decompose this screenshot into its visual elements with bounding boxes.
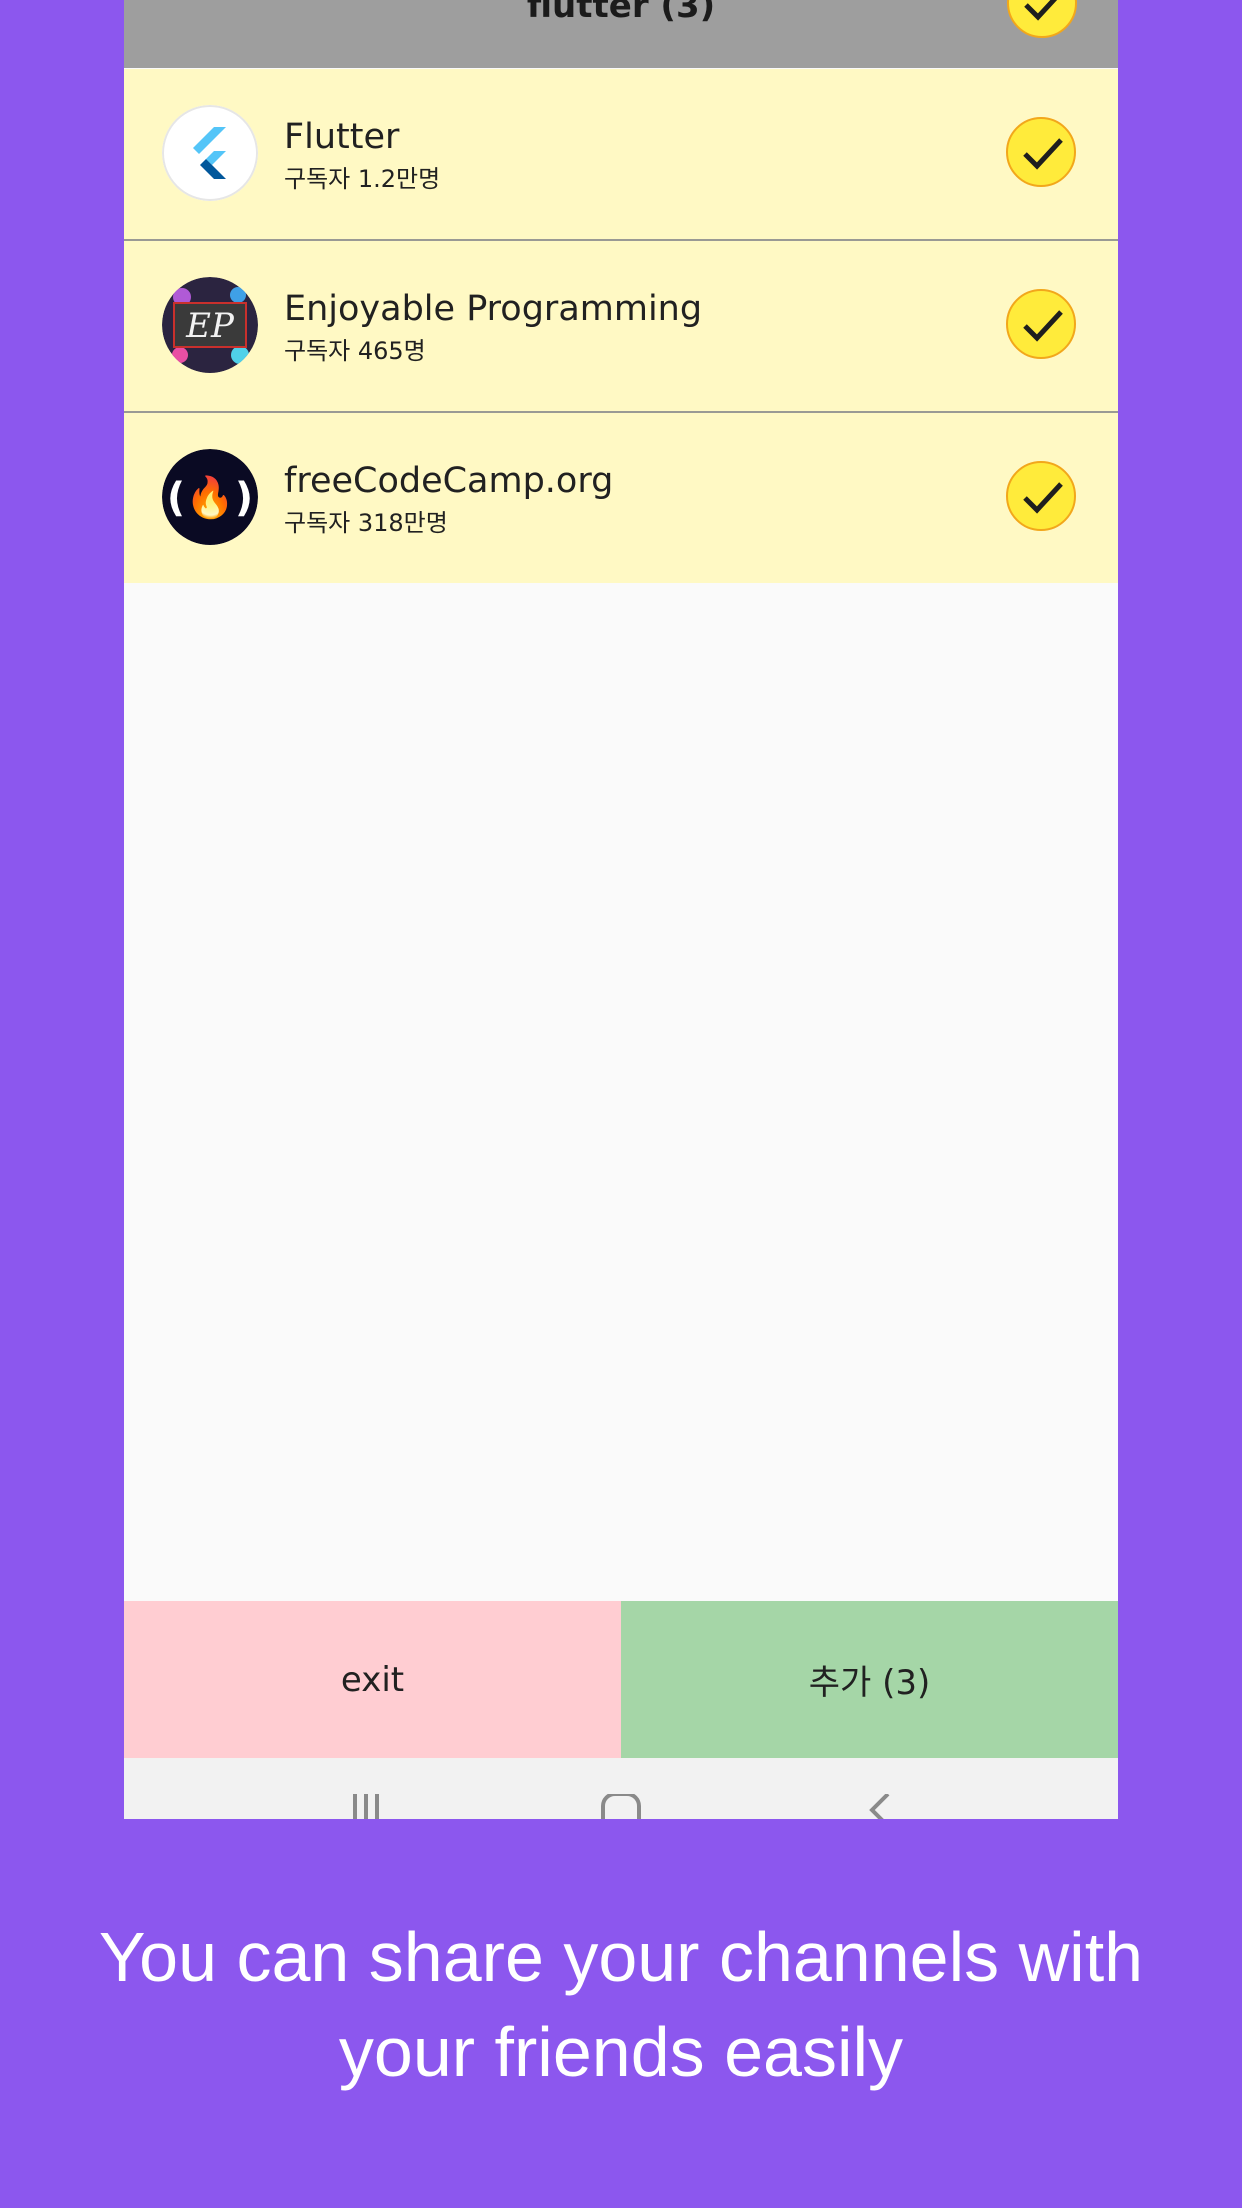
channel-subscribers: 구독자 318만명 xyxy=(284,509,448,537)
exit-button[interactable]: exit xyxy=(124,1601,621,1758)
check-icon[interactable] xyxy=(1006,461,1076,531)
check-mark xyxy=(1024,0,1058,21)
check-icon[interactable] xyxy=(1006,117,1076,187)
group-check-icon[interactable] xyxy=(1007,0,1077,38)
channel-name: freeCodeCamp.org xyxy=(284,461,614,501)
marketing-caption: You can share your channels with your fr… xyxy=(0,1910,1242,2100)
check-icon[interactable] xyxy=(1006,289,1076,359)
freecodecamp-logo-avatar: (🔥) xyxy=(162,449,258,545)
flutter-logo-avatar xyxy=(162,105,258,201)
channel-subscribers: 구독자 465명 xyxy=(284,337,426,365)
check-mark xyxy=(1023,310,1063,342)
caption-line-1: You can share your channels with xyxy=(98,1918,1144,1996)
ep-logo-text: EP xyxy=(185,306,235,346)
recents-icon[interactable] xyxy=(341,1794,391,1819)
check-mark xyxy=(1023,482,1063,514)
channel-row-flutter[interactable]: Flutter 구독자 1.2만명 xyxy=(124,69,1118,239)
channel-name: Flutter xyxy=(284,117,400,157)
phone-screen: flutter (3) Flutter 구독자 1.2만명 EP Enjoyab… xyxy=(124,0,1118,1819)
channel-name: Enjoyable Programming xyxy=(284,289,703,329)
add-button[interactable]: 추가 (3) xyxy=(621,1601,1118,1758)
caption-line-2: your friends easily xyxy=(338,2013,904,2091)
channel-subscribers: 구독자 1.2만명 xyxy=(284,165,441,193)
channel-row-freecodecamp[interactable]: (🔥) freeCodeCamp.org 구독자 318만명 xyxy=(124,413,1118,583)
freecodecamp-logo-text: (🔥) xyxy=(167,474,253,521)
system-navbar xyxy=(124,1758,1118,1819)
channel-row-enjoyable-programming[interactable]: EP Enjoyable Programming 구독자 465명 xyxy=(124,241,1118,411)
back-icon[interactable] xyxy=(858,1794,908,1819)
ep-logo-avatar: EP xyxy=(162,277,258,373)
group-header[interactable]: flutter (3) xyxy=(124,0,1118,68)
home-icon[interactable] xyxy=(598,1794,648,1819)
check-mark xyxy=(1023,138,1063,170)
group-title: flutter (3) xyxy=(526,0,716,26)
